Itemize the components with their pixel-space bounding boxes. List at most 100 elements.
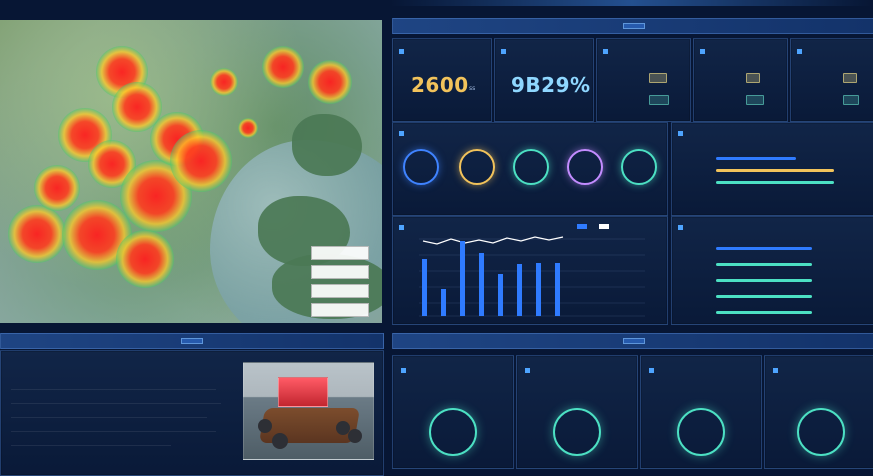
kpi-value: 2600	[411, 73, 469, 97]
heat-spot	[34, 165, 80, 211]
ring-gauge	[513, 149, 549, 185]
text-placeholder	[11, 445, 171, 446]
meeting-photo[interactable]	[243, 362, 374, 460]
bar	[517, 264, 522, 316]
bar	[555, 263, 560, 316]
bar-chart-panel[interactable]	[392, 216, 668, 325]
person	[272, 433, 288, 449]
tile-title	[773, 366, 782, 375]
bar	[422, 259, 427, 316]
panel-title	[678, 223, 687, 232]
kpi-tile[interactable]: 9B29%	[494, 38, 594, 122]
kpi-value: 9B29%	[511, 73, 591, 97]
bar-chart-svg	[419, 236, 645, 317]
ring-gauge	[553, 408, 601, 456]
heat-spot	[116, 230, 174, 288]
square-icon	[501, 49, 506, 54]
gauge-tile[interactable]	[764, 355, 873, 469]
panel-title	[678, 129, 687, 138]
square-icon	[700, 49, 705, 54]
trend-line	[422, 236, 564, 245]
bar	[479, 253, 484, 316]
section-band	[392, 18, 873, 34]
metrics-list-panel[interactable]	[671, 122, 873, 216]
kpi-chip	[649, 95, 669, 105]
map-island	[292, 114, 362, 176]
section-band	[0, 333, 384, 349]
bar	[536, 263, 541, 316]
kpi-tile[interactable]	[693, 38, 788, 122]
square-icon	[797, 49, 802, 54]
kpi-title	[399, 47, 408, 56]
section-title	[181, 338, 203, 344]
square-icon	[401, 368, 406, 373]
square-icon	[649, 368, 654, 373]
text-placeholder	[11, 389, 216, 390]
gauge-tile[interactable]	[640, 355, 762, 469]
kpi-title	[700, 47, 709, 56]
gauge-tile[interactable]	[516, 355, 638, 469]
heat-spot	[170, 130, 232, 192]
section-title	[622, 338, 645, 344]
kpi-tile[interactable]	[596, 38, 691, 122]
kpi-chip	[746, 73, 760, 83]
heatmap-map[interactable]	[0, 20, 382, 323]
map-legend-item[interactable]	[311, 303, 369, 317]
section-band	[392, 333, 873, 349]
kpi-title	[797, 47, 806, 56]
text-placeholder	[11, 417, 207, 418]
heat-spot	[308, 60, 352, 104]
chart-grid	[419, 238, 645, 317]
metric-bar	[716, 181, 834, 184]
status-rings-panel[interactable]	[392, 122, 668, 216]
square-icon	[399, 49, 404, 54]
heat-spot	[210, 68, 238, 96]
section-title	[622, 23, 645, 29]
bar	[441, 289, 446, 316]
text-placeholder	[11, 431, 216, 432]
square-icon	[678, 131, 683, 136]
metrics-list-panel[interactable]	[671, 216, 873, 325]
bar	[498, 274, 503, 316]
metric-bar	[716, 263, 812, 266]
ring-gauge	[677, 408, 725, 456]
square-icon	[773, 368, 778, 373]
ring-gauge	[459, 149, 495, 185]
map-legend-item[interactable]	[311, 265, 369, 279]
kpi-title	[501, 47, 510, 56]
bar	[460, 241, 465, 316]
heat-spot	[238, 118, 258, 138]
ring-gauge	[429, 408, 477, 456]
map-legend-item[interactable]	[311, 246, 369, 260]
metric-bar	[716, 247, 812, 250]
kpi-tile[interactable]: 2600 ss	[392, 38, 492, 122]
person	[348, 429, 362, 443]
metric-bar	[716, 279, 812, 282]
text-placeholder	[11, 403, 221, 404]
kpi-tile[interactable]	[790, 38, 873, 122]
tile-title	[649, 366, 658, 375]
metric-bar	[716, 157, 796, 160]
square-icon	[399, 131, 404, 136]
tile-title	[401, 366, 410, 375]
header-glow	[390, 0, 873, 6]
person	[258, 419, 272, 433]
gauge-tile[interactable]	[392, 355, 514, 469]
presentation-screen	[278, 377, 328, 407]
kpi-title	[603, 47, 612, 56]
kpi-chip	[649, 73, 667, 83]
kpi-chip	[843, 95, 859, 105]
kpi-chip	[843, 73, 857, 83]
map-legend-item[interactable]	[311, 284, 369, 298]
heat-spot	[262, 46, 304, 88]
panel-title	[399, 129, 408, 138]
ring-gauge	[621, 149, 657, 185]
metric-bar	[716, 169, 834, 172]
square-icon	[678, 225, 683, 230]
ring-gauge	[567, 149, 603, 185]
ring-gauge	[797, 408, 845, 456]
ring-gauge	[403, 149, 439, 185]
heat-spot	[8, 205, 66, 263]
metric-bar	[716, 311, 812, 314]
metric-bar	[716, 295, 812, 298]
